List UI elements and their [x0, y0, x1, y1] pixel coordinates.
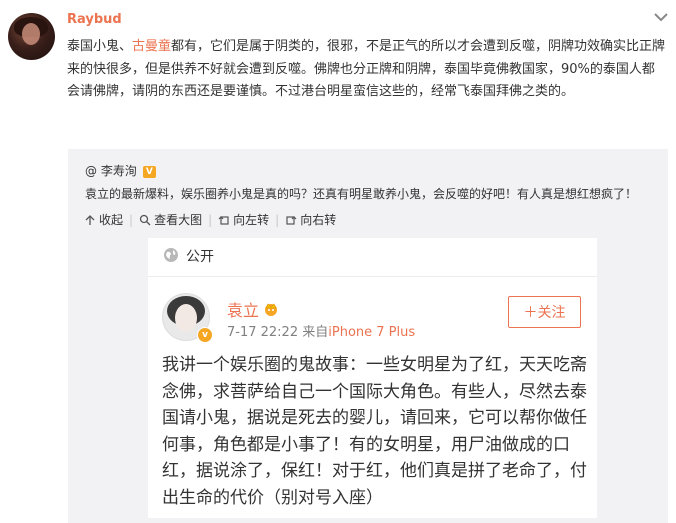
- visibility-label: 公开: [186, 249, 214, 265]
- collapse-button[interactable]: 收起: [84, 211, 123, 228]
- divider: |: [208, 212, 213, 227]
- rotate-left-icon: [218, 215, 229, 225]
- collapse-icon: [85, 214, 95, 225]
- card-from: 来自: [302, 325, 329, 340]
- user-avatar[interactable]: [8, 13, 55, 60]
- card-meta: 7-17 22:22 来自iPhone 7 Plus: [227, 321, 415, 340]
- rotate-left-button[interactable]: 向左转: [218, 211, 269, 228]
- hashtag-link[interactable]: 古曼童: [132, 39, 171, 54]
- post-username[interactable]: Raybud: [67, 12, 122, 27]
- divider: |: [129, 212, 134, 227]
- verified-badge: V: [142, 166, 156, 178]
- chevron-down-icon[interactable]: [653, 10, 669, 24]
- card-body: 我讲一个娱乐圈的鬼故事：一些女明星为了红，天天吃斋念佛，求菩萨给自己一个国际大角…: [162, 355, 587, 508]
- card-source[interactable]: iPhone 7 Plus: [328, 325, 415, 340]
- verified-mark: v: [197, 327, 213, 343]
- crown-icon: [265, 303, 278, 316]
- card-header: [148, 238, 597, 277]
- zoom-icon: [139, 214, 151, 225]
- rotate-right-label: 向右转: [300, 213, 337, 227]
- view-large-button[interactable]: 查看大图: [139, 211, 202, 228]
- post-text-part: 泰国小鬼、: [67, 39, 133, 54]
- view-large-label: 查看大图: [154, 213, 203, 227]
- repost-username[interactable]: @ 李寿洵: [85, 164, 137, 178]
- post-text: 泰国小鬼、古曼童都有，它们是属于阴类的，很邪，不是正气的所以才会遭到反噬，阴牌功…: [67, 36, 667, 104]
- rotate-right-button[interactable]: 向右转: [285, 211, 336, 228]
- card-author[interactable]: 袁立: [227, 297, 279, 321]
- rotate-right-icon: [286, 215, 297, 225]
- rotate-left-label: 向左转: [233, 213, 270, 227]
- collapse-label: 收起: [99, 213, 124, 227]
- divider: |: [275, 212, 280, 227]
- image-toolbar: 收起 | 查看大图 | 向左转 | 向右转: [84, 211, 336, 228]
- card-time: 7-17 22:22: [227, 325, 299, 340]
- repost-user[interactable]: @ 李寿洵 V: [85, 162, 156, 179]
- card-author-name[interactable]: 袁立: [227, 297, 259, 321]
- follow-button[interactable]: ＋关注: [508, 296, 581, 328]
- globe-icon: [164, 248, 178, 262]
- repost-text: 袁立的最新爆料，娱乐圈养小鬼是真的吗？还真有明星敢养小鬼，会反噬的好吧！有人真是…: [85, 187, 638, 201]
